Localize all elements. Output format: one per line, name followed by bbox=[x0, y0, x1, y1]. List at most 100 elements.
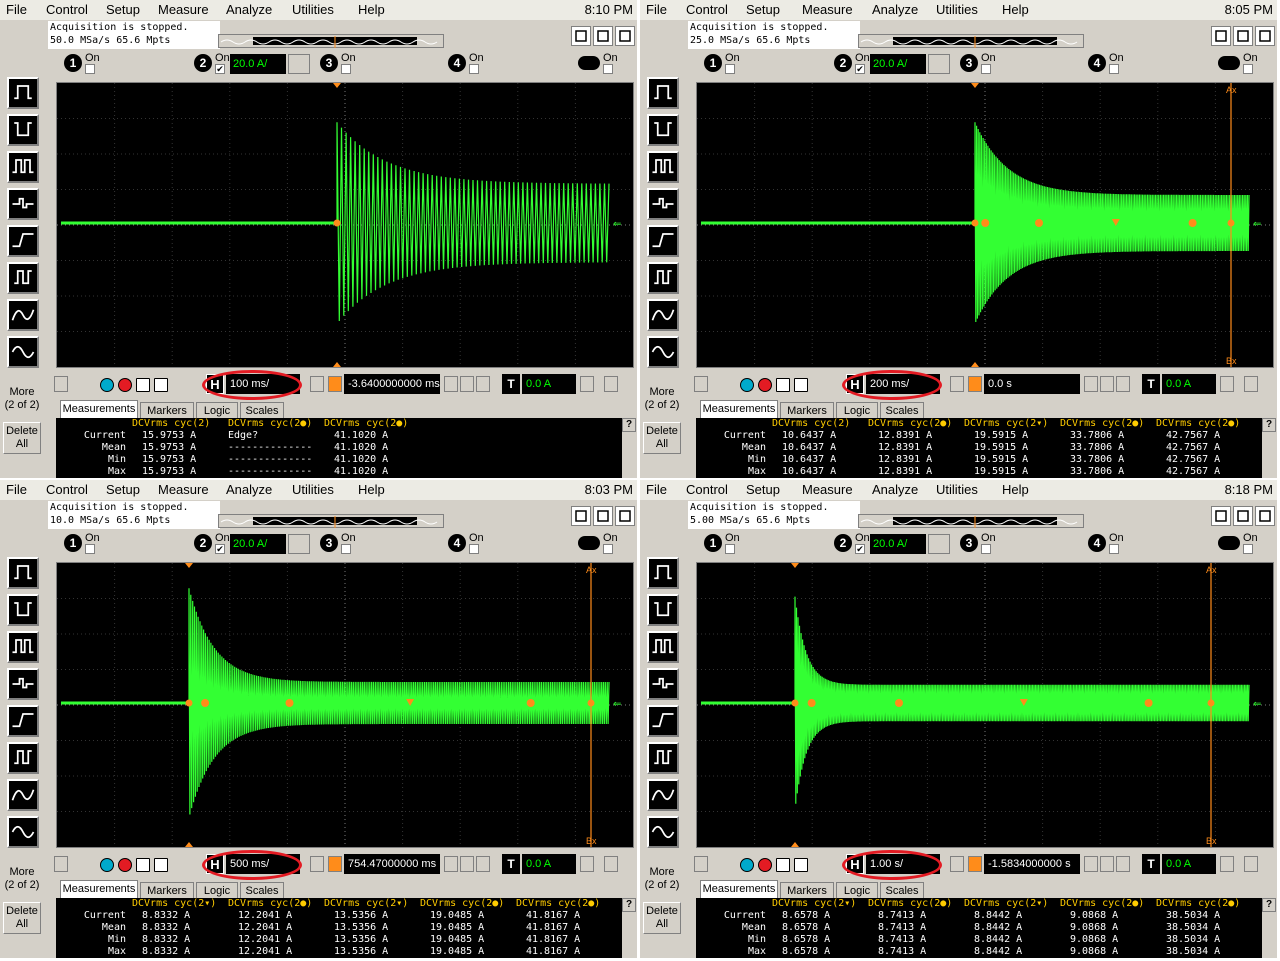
zoom-icon[interactable] bbox=[136, 378, 150, 392]
channel-3-on-checkbox[interactable] bbox=[981, 544, 991, 554]
menu-utilities[interactable]: Utilities bbox=[936, 2, 978, 17]
scroll-up-right-button[interactable] bbox=[604, 376, 618, 392]
channel-4-button[interactable]: 4 bbox=[448, 54, 466, 72]
minimize-button[interactable] bbox=[1255, 26, 1275, 46]
runt-trigger-button[interactable] bbox=[7, 668, 39, 700]
waveform-display[interactable]: ⇐ Ax Bx bbox=[696, 562, 1274, 848]
channel-2-button[interactable]: 2 bbox=[194, 534, 212, 552]
setup-hold-button[interactable] bbox=[7, 742, 39, 774]
channel-2-button[interactable]: 2 bbox=[834, 54, 852, 72]
more-button[interactable]: More (2 of 2) bbox=[3, 386, 41, 412]
runt-trigger-button[interactable] bbox=[647, 668, 679, 700]
memory-overview-bar[interactable] bbox=[858, 34, 1084, 48]
more-button[interactable]: More (2 of 2) bbox=[643, 866, 681, 892]
glitch-trigger-button[interactable] bbox=[7, 594, 39, 626]
menu-control[interactable]: Control bbox=[686, 482, 728, 497]
record-icon[interactable] bbox=[758, 378, 772, 392]
channel-2-scale-input[interactable]: 20.0 A/ bbox=[870, 54, 926, 74]
tab-markers[interactable]: Markers bbox=[780, 402, 834, 418]
pulse-width-trigger-button[interactable] bbox=[647, 151, 679, 183]
timebase-spinner[interactable] bbox=[950, 856, 964, 872]
transition-trigger-button[interactable] bbox=[647, 225, 679, 257]
single-window-button[interactable] bbox=[1211, 506, 1231, 526]
menu-file[interactable]: File bbox=[6, 482, 27, 497]
print-icon[interactable] bbox=[794, 378, 808, 392]
menu-file[interactable]: File bbox=[646, 2, 667, 17]
menu-measure[interactable]: Measure bbox=[158, 482, 209, 497]
waveform-display[interactable]: ⇐ bbox=[56, 82, 634, 368]
more-button[interactable]: More (2 of 2) bbox=[643, 386, 681, 412]
tab-scales[interactable]: Scales bbox=[880, 402, 924, 418]
print-icon[interactable] bbox=[794, 858, 808, 872]
tab-measurements[interactable]: Measurements bbox=[60, 880, 138, 898]
tab-markers[interactable]: Markers bbox=[780, 882, 834, 898]
single-window-button[interactable] bbox=[1211, 26, 1231, 46]
scroll-up-right-button[interactable] bbox=[604, 856, 618, 872]
runt-trigger-button[interactable] bbox=[7, 188, 39, 220]
channel-2-scale-spinner[interactable] bbox=[288, 534, 310, 554]
menu-utilities[interactable]: Utilities bbox=[936, 482, 978, 497]
horizontal-position-input[interactable]: -3.6400000000 ms bbox=[344, 374, 440, 394]
channel-3-on-checkbox[interactable] bbox=[341, 544, 351, 554]
memory-overview-bar[interactable] bbox=[858, 514, 1084, 528]
channel-2-scale-spinner[interactable] bbox=[928, 534, 950, 554]
horizontal-position-input[interactable]: -1.5834000000 s bbox=[984, 854, 1080, 874]
edge-trigger-pulse-button[interactable] bbox=[647, 77, 679, 109]
menu-help[interactable]: Help bbox=[358, 2, 385, 17]
display-on-checkbox[interactable] bbox=[1243, 64, 1253, 74]
pulse-width-trigger-button[interactable] bbox=[7, 631, 39, 663]
scroll-up-right-button[interactable] bbox=[1244, 856, 1258, 872]
print-icon[interactable] bbox=[154, 858, 168, 872]
position-left-button[interactable] bbox=[444, 856, 458, 872]
single-window-button[interactable] bbox=[571, 26, 591, 46]
single-window-button[interactable] bbox=[571, 506, 591, 526]
channel-2-scale-spinner[interactable] bbox=[288, 54, 310, 74]
help-icon[interactable]: ? bbox=[622, 418, 636, 432]
trigger-level-input[interactable]: 0.0 A bbox=[522, 854, 576, 874]
record-icon[interactable] bbox=[758, 858, 772, 872]
scroll-up-button[interactable] bbox=[54, 856, 68, 872]
position-zero-button[interactable] bbox=[1100, 376, 1114, 392]
position-zero-button[interactable] bbox=[460, 376, 474, 392]
channel-4-button[interactable]: 4 bbox=[1088, 54, 1106, 72]
menu-measure[interactable]: Measure bbox=[802, 2, 853, 17]
channel-2-button[interactable]: 2 bbox=[194, 54, 212, 72]
display-eye-icon[interactable] bbox=[1218, 536, 1240, 550]
print-icon[interactable] bbox=[154, 378, 168, 392]
circle-marker-icon[interactable] bbox=[740, 378, 754, 392]
display-on-checkbox[interactable] bbox=[603, 544, 613, 554]
record-icon[interactable] bbox=[118, 858, 132, 872]
tab-logic[interactable]: Logic bbox=[196, 402, 238, 418]
trigger-level-input[interactable]: 0.0 A bbox=[522, 374, 576, 394]
channel-3-button[interactable]: 3 bbox=[320, 534, 338, 552]
scroll-up-button[interactable] bbox=[694, 856, 708, 872]
menu-utilities[interactable]: Utilities bbox=[292, 2, 334, 17]
zoom-icon[interactable] bbox=[136, 858, 150, 872]
channel-2-on-checkbox[interactable]: ✔ bbox=[855, 64, 865, 74]
tab-markers[interactable]: Markers bbox=[140, 402, 194, 418]
record-icon[interactable] bbox=[118, 378, 132, 392]
help-icon[interactable]: ? bbox=[622, 898, 636, 912]
edge-trigger-pulse-button[interactable] bbox=[647, 557, 679, 589]
menu-analyze[interactable]: Analyze bbox=[226, 482, 272, 497]
pulse-width-trigger-button[interactable] bbox=[7, 151, 39, 183]
delete-all-button[interactable]: Delete All bbox=[3, 422, 41, 454]
menu-analyze[interactable]: Analyze bbox=[226, 2, 272, 17]
trigger-level-spinner[interactable] bbox=[580, 376, 594, 392]
position-right-button[interactable] bbox=[1116, 856, 1130, 872]
channel-4-button[interactable]: 4 bbox=[1088, 534, 1106, 552]
display-eye-icon[interactable] bbox=[578, 56, 600, 70]
channel-1-button[interactable]: 1 bbox=[704, 534, 722, 552]
channel-2-scale-input[interactable]: 20.0 A/ bbox=[870, 534, 926, 554]
mouse-mode-button[interactable] bbox=[593, 26, 613, 46]
mouse-mode-button[interactable] bbox=[1233, 506, 1253, 526]
edge-trigger-pulse-button[interactable] bbox=[7, 557, 39, 589]
runt-trigger-button[interactable] bbox=[647, 188, 679, 220]
circle-marker-icon[interactable] bbox=[100, 858, 114, 872]
menu-file[interactable]: File bbox=[6, 2, 27, 17]
pulse-width-trigger-button[interactable] bbox=[647, 631, 679, 663]
channel-3-button[interactable]: 3 bbox=[960, 534, 978, 552]
timebase-spinner[interactable] bbox=[950, 376, 964, 392]
display-on-checkbox[interactable] bbox=[1243, 544, 1253, 554]
edge-trigger-pulse-button[interactable] bbox=[7, 77, 39, 109]
